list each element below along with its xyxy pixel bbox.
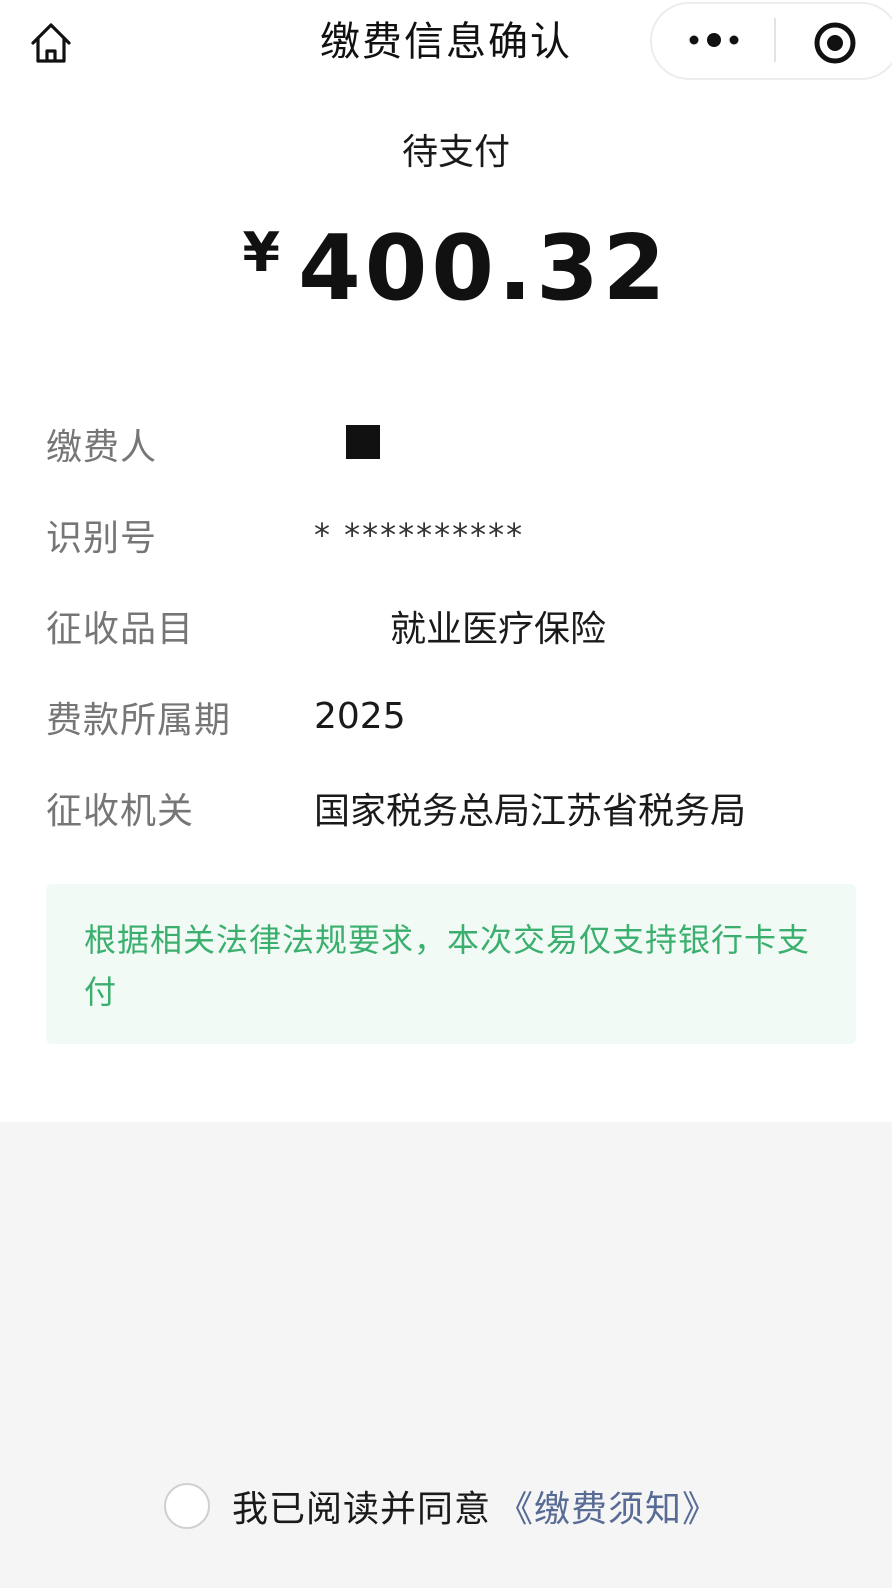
info-row-payer: 缴费人 — [46, 398, 866, 489]
agree-checkbox[interactable] — [164, 1483, 210, 1529]
info-row-id: 识别号 * ********** — [46, 489, 866, 580]
info-row-item: 征收品目 就业医疗保险 — [46, 580, 866, 671]
payer-name-value — [314, 419, 380, 468]
agreement-text: 我已阅读并同意 — [232, 1489, 492, 1530]
payment-info-list: 缴费人 识别号 * ********** 征收品目 就业医疗保险 费款所属期 2… — [46, 398, 866, 853]
info-row-period: 费款所属期 2025 — [46, 671, 866, 762]
collection-item-value: 就业医疗保险 — [390, 608, 607, 650]
payment-status: 待支付 — [401, 132, 510, 173]
authority-value: 国家税务总局江苏省税务局 — [314, 790, 747, 832]
payment-amount: 400.32 — [298, 216, 670, 321]
close-button[interactable] — [810, 18, 860, 68]
id-number-value: * ********** — [314, 515, 525, 554]
currency-symbol: ¥ — [242, 221, 281, 284]
info-row-authority: 征收机关 国家税务总局江苏省税务局 — [46, 762, 866, 853]
payment-terms-link[interactable]: 《缴费须知》 — [497, 1480, 719, 1532]
redacted-block — [346, 425, 380, 459]
capsule-divider — [774, 18, 776, 62]
agreement-row: 我已阅读并同意 《缴费须知》 — [164, 1478, 719, 1534]
info-label: 费款所属期 — [46, 699, 232, 741]
info-label: 识别号 — [46, 517, 158, 559]
target-circle-icon — [814, 22, 856, 64]
payment-notice: 根据相关法律法规要求，本次交易仅支持银行卡支付 — [46, 884, 856, 1044]
more-dots-icon — [689, 33, 739, 47]
more-button[interactable] — [670, 14, 758, 66]
amount-display: ¥ 400.32 — [0, 214, 892, 324]
info-label: 征收机关 — [46, 790, 195, 832]
info-label: 征收品目 — [46, 608, 195, 650]
info-label: 缴费人 — [46, 426, 158, 468]
period-value: 2025 — [314, 696, 406, 737]
